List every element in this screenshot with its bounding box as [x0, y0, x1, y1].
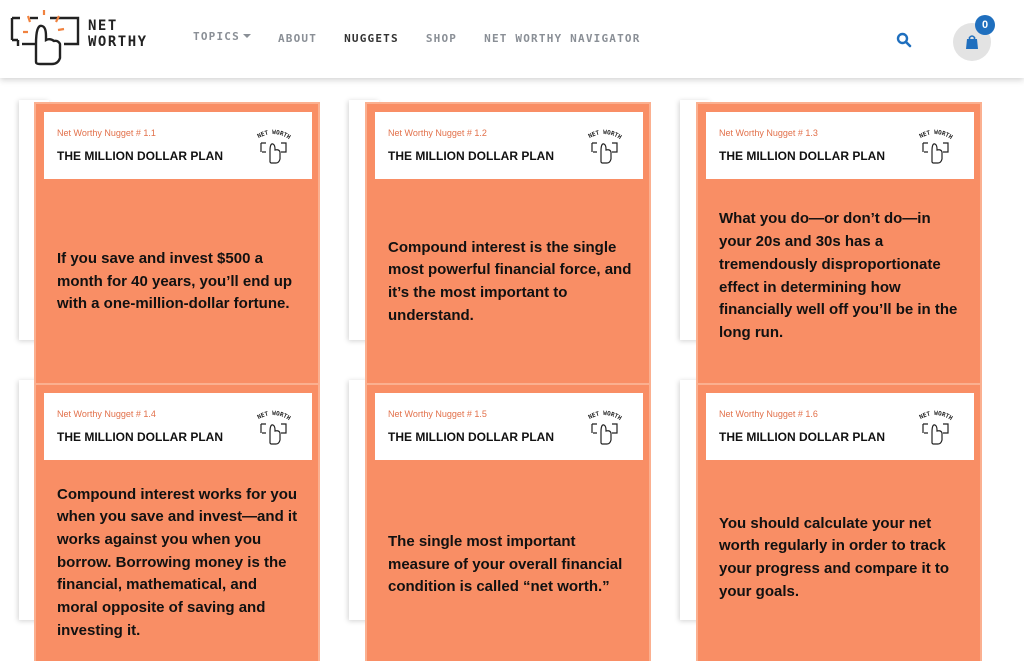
shopping-bag-icon [966, 35, 978, 49]
card-title: THE MILLION DOLLAR PLAN [719, 149, 885, 163]
nugget-number: Net Worthy Nugget # 1.3 [719, 128, 818, 138]
brand-logo[interactable]: NET WORTHY [10, 10, 148, 66]
svg-text:NET WORTHY: NET WORTHY [914, 126, 954, 141]
net-worthy-badge-icon: NET WORTHY [583, 126, 623, 164]
nugget-number: Net Worthy Nugget # 1.6 [719, 409, 818, 419]
caret-down-icon [242, 34, 251, 38]
nav-nuggets[interactable]: NUGGETS [344, 32, 399, 45]
nugget-card[interactable]: Net Worthy Nugget # 1.3 THE MILLION DOLL… [696, 102, 982, 392]
card-body: Compound interest is the single most pow… [388, 222, 633, 342]
nav-navigator[interactable]: NET WORTHY NAVIGATOR [484, 32, 640, 45]
site-header: NET WORTHY TOPICS ABOUT NUGGETS SHOP NET… [0, 0, 1024, 78]
nugget-text: The single most important measure of you… [388, 532, 623, 596]
nugget-number: Net Worthy Nugget # 1.5 [388, 409, 487, 419]
card-header: Net Worthy Nugget # 1.2 THE MILLION DOLL… [375, 112, 643, 179]
card-header: Net Worthy Nugget # 1.6 THE MILLION DOLL… [706, 393, 974, 460]
nugget-text: Compound interest works for you when you… [57, 485, 298, 639]
nugget-number: Net Worthy Nugget # 1.1 [57, 128, 156, 138]
card-body: Compound interest works for you when you… [57, 483, 302, 643]
card-body: You should calculate your net worth regu… [719, 503, 964, 613]
nugget-text: If you save and invest $500 a month for … [57, 249, 293, 313]
nav-topics-label: TOPICS [193, 30, 240, 43]
nugget-card[interactable]: Net Worthy Nugget # 1.5 THE MILLION DOLL… [365, 383, 651, 661]
card-body: The single most important measure of you… [388, 515, 633, 615]
svg-text:NET WORTHY: NET WORTHY [583, 126, 623, 141]
net-worthy-badge-icon: NET WORTHY [583, 407, 623, 445]
card-header: Net Worthy Nugget # 1.3 THE MILLION DOLL… [706, 112, 974, 179]
card-title: THE MILLION DOLLAR PLAN [57, 149, 223, 163]
card-header: Net Worthy Nugget # 1.5 THE MILLION DOLL… [375, 393, 643, 460]
nugget-card[interactable]: Net Worthy Nugget # 1.1 THE MILLION DOLL… [34, 102, 320, 392]
nugget-card[interactable]: Net Worthy Nugget # 1.2 THE MILLION DOLL… [365, 102, 651, 392]
main-nav: TOPICS ABOUT NUGGETS SHOP NET WORTHY NAV… [193, 30, 668, 45]
search-icon[interactable] [896, 32, 912, 48]
nugget-number: Net Worthy Nugget # 1.4 [57, 409, 156, 419]
card-body: What you do—or don’t do—in your 20s and … [719, 210, 964, 341]
svg-text:NET WORTHY: NET WORTHY [252, 126, 292, 141]
nav-shop[interactable]: SHOP [426, 32, 457, 45]
card-title: THE MILLION DOLLAR PLAN [388, 149, 554, 163]
svg-text:NET WORTHY: NET WORTHY [583, 407, 623, 422]
cart-count-badge: 0 [975, 15, 995, 35]
card-title: THE MILLION DOLLAR PLAN [719, 430, 885, 444]
nugget-text: What you do—or don’t do—in your 20s and … [719, 210, 958, 341]
net-worthy-badge-icon: NET WORTHY [914, 407, 954, 445]
net-worthy-badge-icon: NET WORTHY [914, 126, 954, 164]
brand-name-line1: NET [88, 18, 118, 34]
brand-name: NET WORTHY [88, 18, 148, 50]
svg-text:NET WORTHY: NET WORTHY [252, 407, 292, 422]
brand-name-line2: WORTHY [88, 34, 148, 50]
nugget-number: Net Worthy Nugget # 1.2 [388, 128, 487, 138]
net-worthy-logo-icon [10, 10, 80, 66]
net-worthy-badge-icon: NET WORTHY [252, 407, 292, 445]
nugget-text: You should calculate your net worth regu… [719, 514, 950, 600]
card-title: THE MILLION DOLLAR PLAN [388, 430, 554, 444]
nav-topics[interactable]: TOPICS [193, 30, 251, 45]
svg-text:NET WORTHY: NET WORTHY [914, 407, 954, 422]
card-title: THE MILLION DOLLAR PLAN [57, 430, 223, 444]
net-worthy-badge-icon: NET WORTHY [252, 126, 292, 164]
card-header: Net Worthy Nugget # 1.4 THE MILLION DOLL… [44, 393, 312, 460]
nugget-card[interactable]: Net Worthy Nugget # 1.6 THE MILLION DOLL… [696, 383, 982, 661]
nav-about[interactable]: ABOUT [278, 32, 317, 45]
card-body: If you save and invest $500 a month for … [57, 222, 302, 342]
card-header: Net Worthy Nugget # 1.1 THE MILLION DOLL… [44, 112, 312, 179]
nugget-text: Compound interest is the single most pow… [388, 238, 632, 324]
nugget-card[interactable]: Net Worthy Nugget # 1.4 THE MILLION DOLL… [34, 383, 320, 661]
